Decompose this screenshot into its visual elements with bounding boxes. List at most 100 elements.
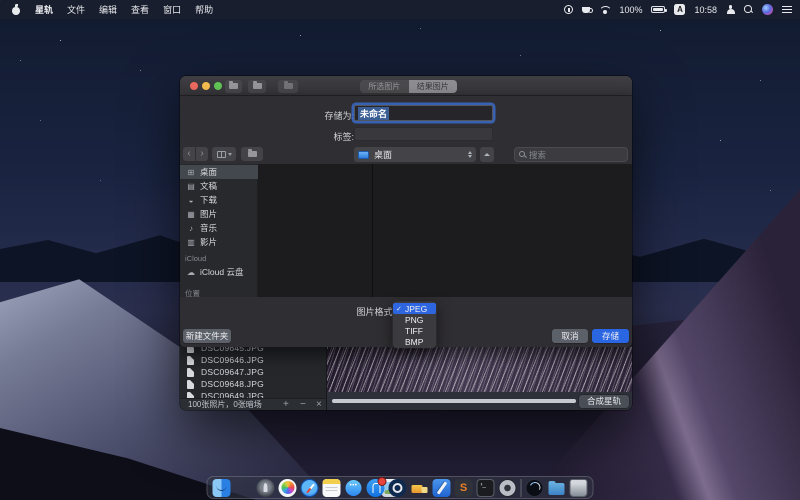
icloud-section-header: iCloud <box>185 254 206 263</box>
location-value: 桌面 <box>374 148 392 161</box>
file-browser: ⊞桌面 ▤文稿 ◒下载 ▦图片 ♪音乐 ▥影片 iCloud ☁iCloud 云… <box>180 164 632 297</box>
app-store-dock-icon[interactable] <box>367 479 385 497</box>
sidebar-item-icloud-drive[interactable]: ☁iCloud 云盘 <box>180 265 258 279</box>
menu-window[interactable]: 窗口 <box>163 3 181 16</box>
tab-result-image[interactable]: 结果图片 <box>409 80 458 93</box>
save-button[interactable]: 存储 <box>592 329 629 343</box>
file-row[interactable]: DSC09645.JPG <box>180 347 326 354</box>
add-photos-button[interactable]: + <box>283 399 289 410</box>
battery-icon[interactable] <box>651 6 665 13</box>
list-status-bar: 100张照片，0张暗场 + − × <box>180 398 326 410</box>
export-button[interactable] <box>278 80 298 93</box>
truck-app-dock-icon[interactable] <box>411 479 429 497</box>
location-popup[interactable]: 桌面 <box>354 147 476 162</box>
photos-dock-icon[interactable] <box>279 479 297 497</box>
menu-item-png[interactable]: PNG <box>393 314 436 325</box>
search-input[interactable] <box>529 150 619 160</box>
xcode-dock-icon[interactable] <box>433 479 451 497</box>
notes-dock-icon[interactable] <box>323 479 341 497</box>
dock: S ›_ <box>207 476 594 499</box>
document-icon <box>187 368 194 377</box>
downloads-folder-dock-icon[interactable] <box>548 479 566 497</box>
forward-button[interactable]: › <box>196 147 208 161</box>
view-mode-button[interactable] <box>212 147 236 161</box>
title-bar: 所选图片 结果图片 <box>180 76 632 96</box>
save-as-label: 存储为: <box>294 109 354 122</box>
menu-item-jpeg[interactable]: ✓ JPEG <box>393 303 436 314</box>
menu-item-tiff[interactable]: TIFF <box>393 325 436 336</box>
wifi-icon[interactable] <box>599 6 610 14</box>
sidebar-item-documents[interactable]: ▤文稿 <box>180 179 258 193</box>
clear-photos-button[interactable]: × <box>316 399 322 410</box>
remove-photos-button[interactable]: − <box>300 399 306 410</box>
file-row[interactable]: DSC09646.JPG <box>180 354 326 366</box>
dock-divider <box>521 479 522 497</box>
add-folder-button[interactable] <box>248 80 266 93</box>
format-label: 图片格式: <box>335 305 395 318</box>
menu-file[interactable]: 文件 <box>67 3 85 16</box>
back-button[interactable]: ‹ <box>183 147 195 161</box>
parent-folder-button[interactable] <box>480 147 494 162</box>
file-row[interactable]: DSC09648.JPG <box>180 378 326 390</box>
sidebar-item-movies[interactable]: ▥影片 <box>180 235 258 249</box>
file-row[interactable]: DSC09647.JPG <box>180 366 326 378</box>
status-circle-icon[interactable] <box>564 5 573 14</box>
checkmark-icon: ✓ <box>396 305 402 313</box>
document-icon <box>187 347 194 353</box>
1password-dock-icon[interactable] <box>389 479 407 497</box>
progress-bar <box>332 399 576 403</box>
input-source-icon[interactable]: A <box>674 4 685 15</box>
safari-dock-icon[interactable] <box>301 479 319 497</box>
compose-button[interactable]: 合成星轨 <box>579 395 629 408</box>
tab-selected-images[interactable]: 所选图片 <box>360 80 409 93</box>
apple-menu-icon[interactable] <box>12 5 21 15</box>
terminal-dock-icon[interactable]: ›_ <box>477 479 495 497</box>
format-menu: ✓ JPEG PNG TIFF BMP <box>393 302 436 348</box>
new-folder-button[interactable]: 新建文件夹 <box>183 329 231 343</box>
menu-bar-clock[interactable]: 10:58 <box>694 5 717 15</box>
menu-edit[interactable]: 编辑 <box>99 3 117 16</box>
user-switch-icon[interactable] <box>726 5 735 14</box>
battery-percent: 100% <box>619 5 642 15</box>
download-icon: ◒ <box>186 196 196 205</box>
column-divider <box>372 164 373 297</box>
star-trails-app-dock-icon[interactable] <box>526 479 544 497</box>
document-icon <box>187 356 194 365</box>
menu-help[interactable]: 帮助 <box>195 3 213 16</box>
desktop-icon: ⊞ <box>186 168 196 177</box>
app-menu-title[interactable]: 星轨 <box>35 3 53 16</box>
close-button[interactable] <box>190 82 198 90</box>
steering-wheel-dock-icon[interactable] <box>499 479 517 497</box>
menu-view[interactable]: 查看 <box>131 3 149 16</box>
image-tabs: 所选图片 结果图片 <box>360 80 457 93</box>
save-icon <box>284 83 293 89</box>
menu-item-bmp[interactable]: BMP <box>393 336 436 347</box>
sublime-text-dock-icon[interactable]: S <box>455 479 473 497</box>
spotlight-icon[interactable] <box>744 5 753 14</box>
sidebar-item-pictures[interactable]: ▦图片 <box>180 207 258 221</box>
sidebar-item-desktop[interactable]: ⊞桌面 <box>180 165 258 179</box>
cancel-button[interactable]: 取消 <box>552 329 588 343</box>
messages-dock-icon[interactable] <box>345 479 363 497</box>
sidebar-item-downloads[interactable]: ◒下载 <box>180 193 258 207</box>
new-folder-toolbar-button[interactable] <box>241 147 263 161</box>
sidebar-item-music[interactable]: ♪音乐 <box>180 221 258 235</box>
finder-dock-icon[interactable] <box>213 479 231 497</box>
folder-plus-icon <box>253 83 262 89</box>
tags-field[interactable] <box>354 127 493 141</box>
desktop-mini-icon <box>358 151 369 159</box>
filename-field[interactable]: 未命名 <box>354 105 493 121</box>
open-folder-button[interactable] <box>225 80 242 93</box>
search-field[interactable] <box>514 147 628 162</box>
documents-icon: ▤ <box>186 182 196 191</box>
caffeine-cup-icon[interactable] <box>582 7 590 13</box>
notification-center-icon[interactable] <box>782 6 792 14</box>
launchpad-dock-icon[interactable] <box>257 479 275 497</box>
trash-dock-icon[interactable] <box>570 479 588 497</box>
siri-icon[interactable] <box>762 4 773 15</box>
minimize-button[interactable] <box>202 82 210 90</box>
zoom-button[interactable] <box>214 82 222 90</box>
popup-chevrons-icon <box>468 151 472 158</box>
folder-icon <box>229 83 238 89</box>
window-content: DSC09645.JPG DSC09646.JPG DSC09647.JPG D… <box>180 347 632 410</box>
